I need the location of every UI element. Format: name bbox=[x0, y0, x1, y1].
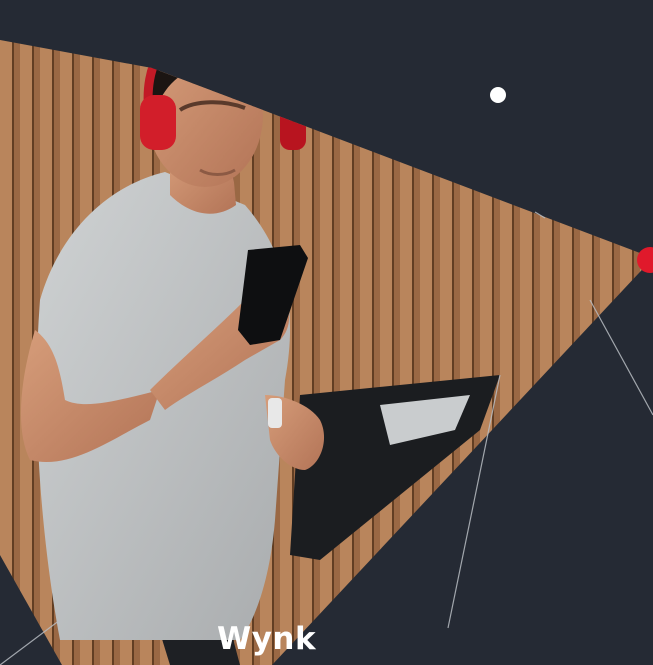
photo-panel bbox=[0, 40, 653, 665]
brand-title: Wynk bbox=[217, 621, 317, 657]
hero-artwork bbox=[0, 40, 653, 665]
white-dot-icon bbox=[490, 87, 506, 103]
hero-banner: Wynk bbox=[0, 0, 653, 665]
